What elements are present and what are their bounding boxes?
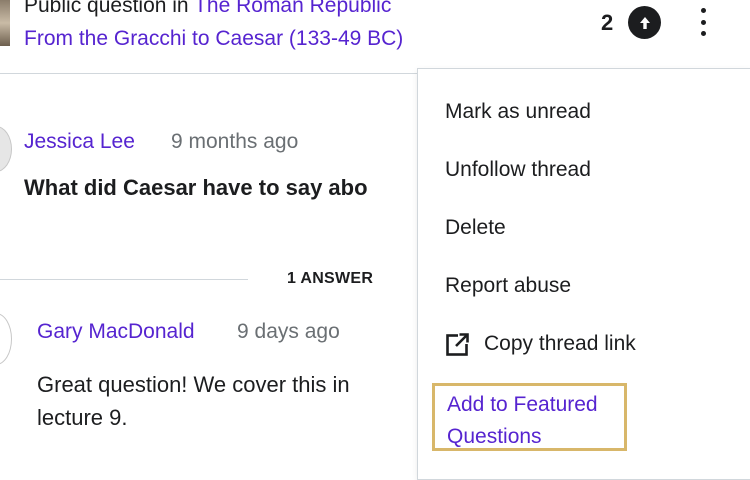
- thread-options-menu: Mark as unread Unfollow thread Delete Re…: [417, 68, 750, 480]
- kebab-dot: [700, 31, 706, 36]
- question-timestamp: 9 months ago: [171, 130, 299, 153]
- menu-item-report-abuse[interactable]: Report abuse: [445, 274, 571, 298]
- menu-item-delete[interactable]: Delete: [445, 216, 506, 240]
- upvote-button[interactable]: [628, 6, 661, 39]
- answers-divider: [0, 279, 248, 280]
- answer-timestamp: 9 days ago: [237, 320, 340, 343]
- question-author-avatar[interactable]: [0, 126, 12, 172]
- external-link-icon: [446, 332, 470, 356]
- answer-author-link[interactable]: Gary MacDonald: [37, 320, 195, 344]
- more-options-button[interactable]: [693, 6, 713, 38]
- menu-item-copy-link[interactable]: Copy thread link: [445, 331, 636, 357]
- vote-count: 2: [601, 10, 614, 35]
- menu-item-unfollow[interactable]: Unfollow thread: [445, 158, 591, 182]
- question-context: Public question in The Roman Republic: [24, 0, 391, 18]
- menu-item-add-featured[interactable]: Add to Featured Questions: [447, 389, 627, 453]
- answer-body: Great question! We cover this in lecture…: [37, 372, 350, 430]
- section-context: From the Gracchi to Caesar (133-49 BC): [24, 27, 403, 51]
- question-author-link[interactable]: Jessica Lee: [24, 130, 135, 154]
- course-thumbnail: [0, 0, 10, 46]
- question-title: What did Caesar have to say abo: [24, 175, 368, 200]
- copy-link-label: Copy thread link: [484, 332, 636, 355]
- context-prefix: Public question in: [24, 0, 189, 17]
- menu-item-mark-unread[interactable]: Mark as unread: [445, 100, 591, 124]
- answers-count-label: 1 ANSWER: [287, 270, 374, 287]
- featured-highlight: Add to Featured Questions: [432, 383, 627, 451]
- section-link[interactable]: From the Gracchi to Caesar (133-49 BC): [24, 27, 403, 50]
- kebab-dot: [700, 19, 706, 25]
- answer-author-avatar[interactable]: [0, 313, 12, 365]
- kebab-dot: [700, 8, 706, 13]
- arrow-up-icon: [639, 16, 650, 29]
- course-link[interactable]: The Roman Republic: [194, 0, 391, 17]
